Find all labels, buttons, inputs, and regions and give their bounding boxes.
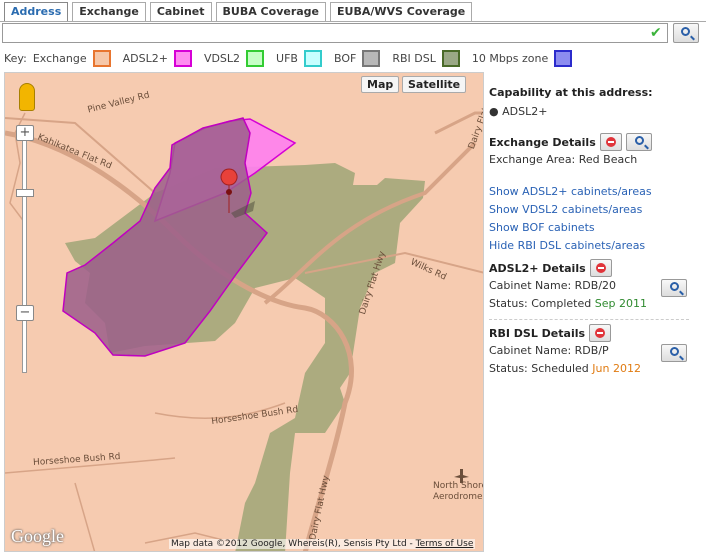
details-panel: Capability at this address: ● ADSL2+ Exc…	[489, 86, 701, 378]
swatch-exchange	[92, 49, 111, 67]
key-item-bof: BOF	[333, 49, 381, 67]
tab-buba-coverage[interactable]: BUBA Coverage	[215, 2, 327, 22]
zoom-slider-thumb[interactable]	[16, 189, 34, 197]
tab-divider	[0, 21, 706, 22]
checkmark-icon: ✔	[650, 25, 662, 41]
address-search-input[interactable]	[2, 23, 668, 43]
magnifier-icon	[670, 347, 679, 356]
swatch-vdsl2	[246, 49, 265, 67]
key-item-label: BOF	[333, 51, 357, 65]
adsl-details: Cabinet Name: RDB/20 Status: Completed S…	[489, 277, 701, 313]
tab-exchange[interactable]: Exchange	[72, 2, 146, 22]
exchange-header: Exchange Details	[489, 133, 701, 151]
key-item-label: UFB	[276, 51, 298, 65]
swatch-rbi-dsl	[441, 49, 460, 67]
adsl-header: ADSL2+ Details	[489, 259, 701, 277]
tab-euba-wvs-coverage[interactable]: EUBA/WVS Coverage	[330, 2, 473, 22]
capability-item-label: ADSL2+	[502, 105, 548, 118]
rbi-header: RBI DSL Details	[489, 324, 701, 342]
coverage-map[interactable]: + − Map Satellite Pine Valley Rd Kahikat…	[4, 72, 484, 552]
zoom-slider-track[interactable]	[22, 133, 27, 373]
street-view-pegman-icon[interactable]	[19, 83, 35, 111]
key-item-label: RBI DSL	[392, 51, 436, 65]
adsl-remove-button[interactable]	[589, 259, 612, 277]
map-canvas	[5, 111, 483, 551]
exchange-search-button[interactable]	[625, 133, 652, 151]
show-vdsl2-link[interactable]: Show VDSL2 cabinets/areas	[489, 201, 701, 219]
rbi-status-label: Status: Scheduled	[489, 362, 589, 375]
zoom-in-button[interactable]: +	[16, 125, 34, 141]
adsl-status-label: Status: Completed	[489, 297, 592, 310]
swatch-ufb	[303, 49, 322, 67]
show-bof-link[interactable]: Show BOF cabinets	[489, 219, 701, 237]
key-item-vdsl2: VDSL2	[203, 49, 265, 67]
adsl-title: ADSL2+ Details	[489, 261, 586, 275]
terms-of-use-link[interactable]: Terms of Use	[416, 539, 474, 549]
map-credit-text: Map data ©2012 Google, Whereis(R), Sensi…	[171, 539, 413, 549]
swatch-10mbps-zone	[554, 49, 573, 67]
rbi-remove-button[interactable]	[589, 324, 612, 342]
exchange-remove-button[interactable]	[599, 133, 622, 151]
road	[74, 482, 96, 551]
map-type-satellite-button[interactable]: Satellite	[402, 76, 467, 93]
key-item-rbi-dsl: RBI DSL	[392, 49, 460, 67]
search-button[interactable]	[673, 23, 699, 43]
key-item-ufb: UFB	[276, 49, 322, 67]
magnifier-icon	[681, 27, 690, 36]
road-label: Aerodrome	[433, 492, 483, 502]
key-label: Key:	[4, 51, 27, 65]
layer-links: Show ADSL2+ cabinets/areas Show VDSL2 ca…	[489, 183, 701, 255]
marker-dot	[226, 189, 232, 195]
rbi-status-date: Jun 2012	[592, 362, 641, 375]
key-item-exchange: Exchange	[32, 49, 111, 67]
capability-item: ● ADSL2+	[489, 103, 701, 121]
key-item-label: Exchange	[32, 51, 87, 65]
magnifier-icon	[634, 136, 644, 145]
tab-bar: Address Exchange Cabinet BUBA Coverage E…	[4, 2, 473, 22]
exchange-area: Exchange Area: Red Beach	[489, 153, 638, 166]
tab-address[interactable]: Address	[4, 2, 69, 22]
key-item-10mbps-zone: 10 Mbps zone	[471, 49, 573, 67]
show-adsl2plus-link[interactable]: Show ADSL2+ cabinets/areas	[489, 183, 701, 201]
section-divider	[489, 319, 689, 320]
google-logo: Google	[11, 526, 64, 546]
map-key: Key: Exchange ADSL2+ VDSL2 UFB BOF RBI D…	[4, 48, 584, 68]
magnifier-icon	[670, 282, 679, 291]
key-item-label: ADSL2+	[122, 51, 168, 65]
road-label: North Shore	[433, 481, 484, 491]
key-item-label: VDSL2	[203, 51, 241, 65]
swatch-adsl2plus	[173, 49, 192, 67]
tab-cabinet[interactable]: Cabinet	[149, 2, 212, 22]
rbi-details: Cabinet Name: RDB/P Status: Scheduled Ju…	[489, 342, 701, 378]
swatch-bof	[362, 49, 381, 67]
zoom-out-button[interactable]: −	[16, 305, 34, 321]
map-credit: Map data ©2012 Google, Whereis(R), Sensi…	[169, 539, 476, 549]
rbi-title: RBI DSL Details	[489, 326, 586, 340]
rbi-search-button[interactable]	[661, 344, 687, 362]
adsl-status-date: Sep 2011	[594, 297, 647, 310]
exchange-title: Exchange Details	[489, 135, 596, 149]
rbi-status: Status: Scheduled Jun 2012	[489, 360, 701, 378]
key-item-adsl2plus: ADSL2+	[122, 49, 192, 67]
adsl-status: Status: Completed Sep 2011	[489, 295, 701, 313]
map-type-map-button[interactable]: Map	[361, 76, 400, 93]
adsl-search-button[interactable]	[661, 279, 687, 297]
key-item-label: 10 Mbps zone	[471, 51, 549, 65]
bullet-icon: ●	[489, 105, 503, 118]
hide-rbi-dsl-link[interactable]: Hide RBI DSL cabinets/areas	[489, 237, 701, 255]
capability-title: Capability at this address:	[489, 86, 653, 99]
